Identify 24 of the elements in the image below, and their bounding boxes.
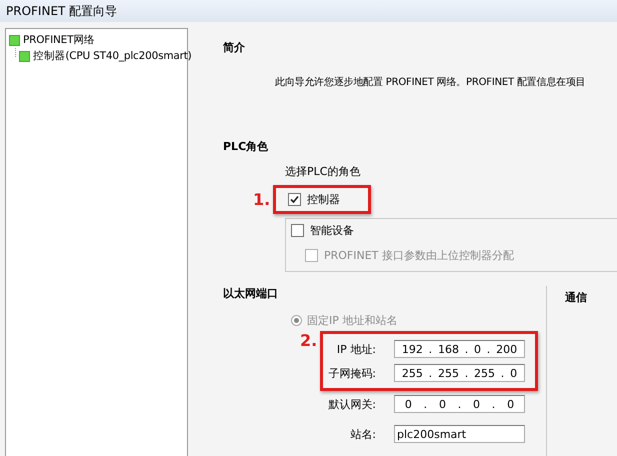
section-heading: PLC角色 (223, 139, 270, 154)
ip-address-field[interactable]: 255 . 255 . 255 . 0 (394, 364, 525, 382)
step-number: 2. (300, 331, 318, 350)
prompt: 选择PLC的角色 (285, 164, 362, 179)
section-heading: 通信 (565, 290, 587, 305)
description: 此向导允许您逐步地配置 PROFINET 网络。PROFINET 配置信息在项目 (275, 76, 586, 89)
checkbox[interactable]: 控制器 (288, 192, 340, 207)
step-number: 1. (253, 190, 272, 209)
field-label: IP 地址: (336, 342, 376, 356)
check-icon (290, 195, 299, 204)
tree-item[interactable]: PROFINET网络 (23, 33, 95, 47)
tree-item[interactable]: 控制器(CPU ST40_plc200smart) (33, 49, 192, 63)
node-icon (9, 34, 20, 46)
input-field[interactable]: plc200smart (394, 425, 525, 443)
field-label: 站名: (349, 426, 376, 442)
field-label: 子网掩码: (327, 366, 376, 380)
ip-address-field[interactable]: 192 . 168 . 0 . 200 (394, 340, 525, 358)
field-label: 默认网关: (327, 396, 376, 412)
window-title: PROFINET 配置向导 (0, 0, 617, 22)
section-heading: 简介 (223, 40, 246, 55)
node-icon (19, 50, 30, 62)
ip-address-field[interactable]: 0 . 0 . 0 . 0 (394, 395, 525, 413)
section-heading: 以太网端口 (223, 286, 279, 301)
checkbox[interactable]: 智能设备 (291, 223, 617, 238)
